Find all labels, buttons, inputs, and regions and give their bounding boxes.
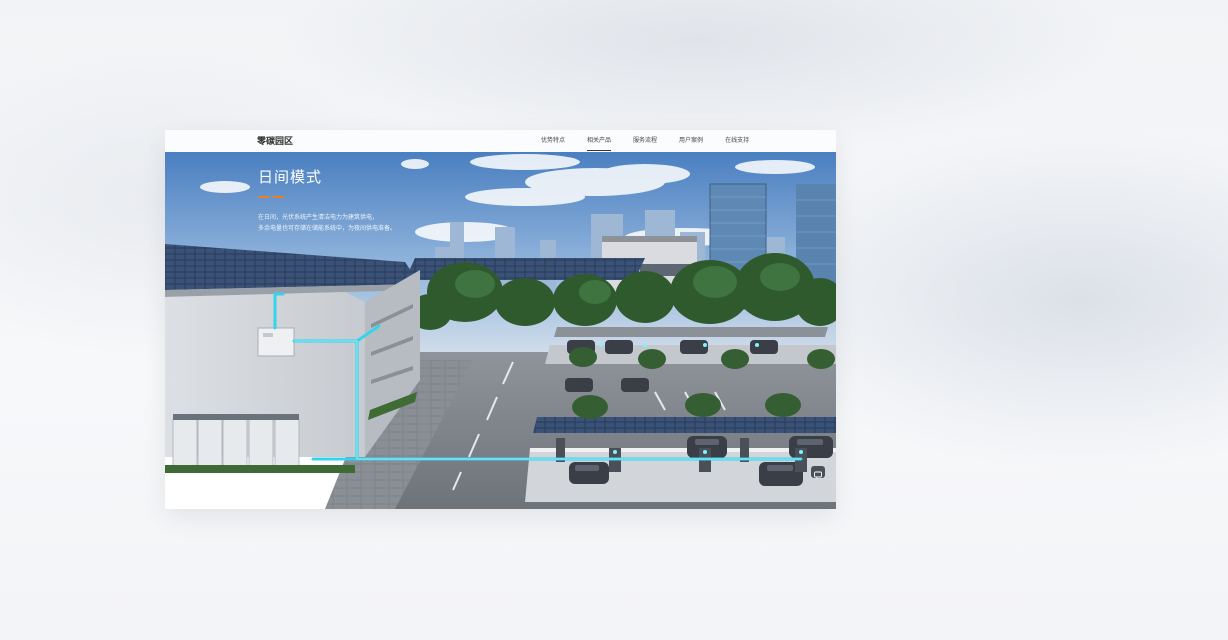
- nav-item-advantages[interactable]: 优势特点: [541, 130, 565, 152]
- carport-roof: [554, 327, 828, 337]
- nav-item-user-cases[interactable]: 用户案例: [679, 130, 703, 152]
- chat-icon[interactable]: [811, 466, 825, 479]
- inverter-unit: [257, 327, 295, 357]
- battery-cabinets: [172, 418, 300, 468]
- nav-item-online-support[interactable]: 在线支持: [725, 130, 749, 152]
- hero-title-underline: [258, 196, 284, 198]
- brand-logo-text[interactable]: 零碳园区: [257, 134, 293, 147]
- chat-bubble-icon: [814, 471, 822, 479]
- hero-title: 日间模式: [258, 168, 323, 186]
- main-nav: 优势特点 相关产品 服务流程 用户案例 在线支持: [541, 130, 771, 152]
- nav-item-service-process[interactable]: 服务流程: [633, 130, 657, 152]
- cabinet-lawn: [165, 465, 355, 473]
- top-navigation-bar: 零碳园区 优势特点 相关产品 服务流程 用户案例 在线支持: [165, 130, 836, 153]
- hero-description-line-2: 多余电量也可存储在储能系统中，为夜间供电准备。: [258, 225, 397, 232]
- hero-text-block: 日间模式 在日间，光伏系统产生清洁电力为建筑供电， 多余电量也可存储在储能系统中…: [258, 166, 518, 234]
- mid-solar-row: [533, 417, 836, 433]
- hero-description-line-1: 在日间，光伏系统产生清洁电力为建筑供电，: [258, 214, 379, 221]
- website-preview: 零碳园区 优势特点 相关产品 服务流程 用户案例 在线支持 日间模式 在日间，光…: [165, 130, 836, 509]
- hero-description: 在日间，光伏系统产生清洁电力为建筑供电， 多余电量也可存储在储能系统中，为夜间供…: [258, 212, 518, 234]
- nav-item-products[interactable]: 相关产品: [587, 130, 612, 152]
